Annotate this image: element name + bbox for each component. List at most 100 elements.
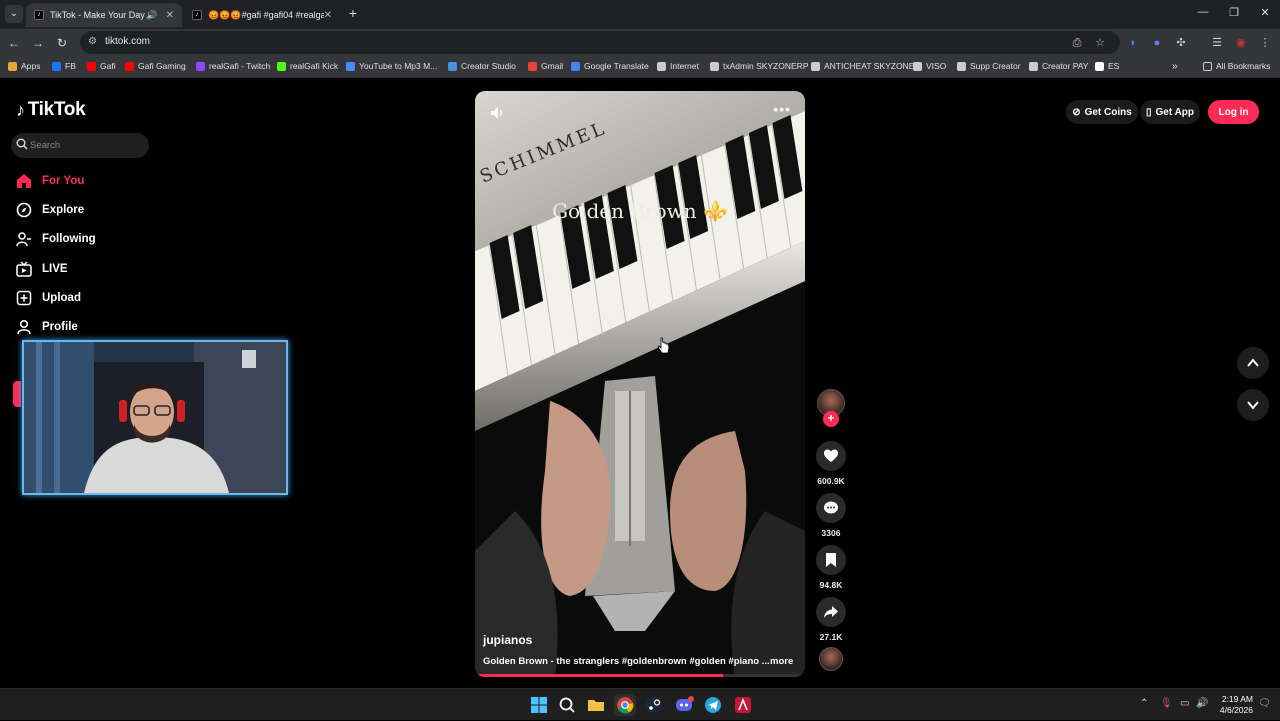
network-icon[interactable]: ▭ (1180, 698, 1189, 709)
extensions-puzzle-icon[interactable]: ✣ (1172, 34, 1190, 52)
music-disc[interactable] (816, 647, 846, 671)
extension-audio-icon[interactable]: ◗ (1124, 34, 1142, 52)
more-bookmarks-icon[interactable]: » (1172, 61, 1178, 72)
site-info-icon[interactable]: ⚙ (88, 36, 100, 48)
login-button[interactable]: Log in (1208, 100, 1259, 124)
reload-icon[interactable]: ↻ (53, 34, 71, 52)
clock-date: 4/6/2026 (1219, 705, 1253, 715)
file-explorer-icon[interactable] (585, 694, 607, 716)
like-button[interactable] (816, 441, 846, 471)
profile-icon (17, 319, 31, 335)
browser-menu-icon[interactable]: ⋮ (1256, 34, 1274, 52)
tray-overflow-icon[interactable]: ⌃ (1140, 698, 1148, 709)
like-count: 600.9K (817, 476, 845, 486)
bookmark-label: realGafi Kick (290, 61, 339, 71)
microphone-icon[interactable]: 🎙 (1160, 698, 1173, 709)
bookmark-realgafi-twitch[interactable]: realGafi - Twitch (196, 61, 270, 71)
next-video-button[interactable] (1237, 389, 1269, 421)
restore-icon[interactable]: ❐ (1219, 6, 1249, 19)
like-action[interactable]: 600.9K (816, 441, 846, 486)
tab-audio-icon[interactable]: 🔊 (146, 10, 157, 21)
nav-live[interactable]: LIVE (16, 261, 68, 277)
share-action[interactable]: 27.1K (816, 597, 846, 642)
all-bookmarks-button[interactable]: All Bookmarks (1203, 61, 1270, 71)
notifications-icon[interactable]: 🗨 (1258, 698, 1271, 709)
tab-tiktok-2[interactable]: ♪ 😡😡😡#gafi #gafi04 #realgafi ✕ (184, 3, 340, 27)
volume-icon[interactable] (489, 105, 505, 121)
sidebar-login-button[interactable] (13, 381, 21, 407)
nav-profile[interactable]: Profile (16, 319, 78, 335)
bookmark-apps[interactable]: Apps (8, 61, 40, 71)
bookmark-gafi[interactable]: Gafi (87, 61, 116, 71)
tab-close-icon[interactable]: ✕ (166, 10, 174, 21)
nav-for-you[interactable]: For You (16, 173, 84, 189)
start-menu-icon[interactable] (528, 694, 550, 716)
bookmark-label: Internet (670, 61, 699, 71)
bookmark-creator-pay[interactable]: Creator PAY (1029, 61, 1088, 71)
bookmark-star-icon[interactable]: ☆ (1091, 34, 1109, 52)
creator-avatar[interactable]: + (816, 389, 846, 431)
share-button[interactable] (816, 597, 846, 627)
discord-icon[interactable] (673, 694, 695, 716)
previous-video-button[interactable] (1237, 347, 1269, 379)
bookmark-gafi-gaming[interactable]: Gafi Gaming (125, 61, 186, 71)
phone-icon: ▯ (1145, 106, 1152, 118)
taskbar-search-icon[interactable] (556, 694, 578, 716)
minimize-icon[interactable]: — (1188, 6, 1218, 18)
bookmark-label: Gafi Gaming (138, 61, 186, 71)
bookmark-txadmin-skyzonerp[interactable]: txAdmin SKYZONERP (710, 61, 809, 71)
system-clock[interactable]: 2:19 AM 4/6/2026 (1213, 694, 1253, 716)
bookmark-creator-studio[interactable]: Creator Studio (448, 61, 516, 71)
bookmark-fb[interactable]: FB (52, 61, 76, 71)
comment-button[interactable] (816, 493, 846, 523)
comment-action[interactable]: 3306 (816, 493, 846, 538)
bookmark-realgafi-kick[interactable]: realGafi Kick (277, 61, 338, 71)
extension-shield-icon[interactable]: ● (1148, 34, 1166, 52)
tab-search-icon[interactable]: ⌄ (5, 5, 23, 23)
steam-icon[interactable] (643, 694, 665, 716)
music-disc-icon[interactable] (819, 647, 843, 671)
more-options-icon[interactable]: ••• (773, 101, 791, 117)
login-label: Log in (1218, 106, 1249, 118)
video-progress-bar[interactable] (475, 674, 805, 677)
get-coins-button[interactable]: ⊘ Get Coins (1066, 100, 1138, 124)
search-placeholder: Search (30, 140, 61, 151)
get-app-button[interactable]: ▯ Get App (1140, 100, 1200, 124)
nav-following[interactable]: Following (16, 231, 96, 247)
tab-close-icon[interactable]: ✕ (324, 10, 332, 21)
reading-list-icon[interactable]: ☰ (1208, 34, 1226, 52)
follow-plus-icon[interactable]: + (823, 411, 839, 427)
forward-icon[interactable]: → (29, 34, 47, 52)
back-icon[interactable]: ← (5, 34, 23, 52)
telegram-icon[interactable] (702, 694, 724, 716)
bookmark-gmail[interactable]: Gmail (528, 61, 563, 71)
new-tab-button[interactable]: + (346, 5, 360, 23)
video-author[interactable]: jupianos (483, 633, 532, 647)
tiktok-logo[interactable]: ♪ TikTok (16, 99, 86, 121)
profile-avatar-icon[interactable]: ◉ (1232, 34, 1250, 52)
save-button[interactable] (816, 545, 846, 575)
bookmark-viso[interactable]: VISO (913, 61, 946, 71)
bookmark-anticheat-skyzone[interactable]: ANTICHEAT SKYZONE (811, 61, 914, 71)
webcam-overlay (22, 340, 288, 495)
bookmark-google-translate[interactable]: Google Translate (571, 61, 649, 71)
address-bar[interactable]: ⚙ tiktok.com (80, 31, 1120, 54)
tab-tiktok[interactable]: ♪ TikTok - Make Your Day 🔊 ✕ (26, 3, 182, 27)
chrome-icon[interactable] (614, 694, 636, 716)
bookmark-youtube-to-mp3-m[interactable]: YouTube to Mp3 M... (346, 61, 437, 71)
save-action[interactable]: 94.8K (816, 545, 846, 590)
search-input[interactable]: Search (11, 133, 149, 158)
caption-more-button[interactable]: more (770, 656, 793, 667)
volume-tray-icon[interactable]: 🔊 (1196, 698, 1208, 709)
app-red-icon[interactable] (732, 694, 754, 716)
nav-explore[interactable]: Explore (16, 202, 84, 218)
bookmark-supp-creator[interactable]: Supp Creator (957, 61, 1021, 71)
install-app-icon[interactable]: ⎙ (1068, 34, 1086, 52)
bookmark-label: Google Translate (584, 61, 649, 71)
video-overlay-title: Golden Brown ⚜️ (552, 199, 728, 223)
close-window-icon[interactable]: ✕ (1250, 6, 1280, 19)
bookmark-internet[interactable]: Internet (657, 61, 699, 71)
video-player[interactable]: SCHIMMEL ••• Golden Brown ⚜️ jupianos Go… (475, 91, 805, 677)
nav-upload[interactable]: Upload (16, 290, 81, 306)
bookmark-es[interactable]: ES (1095, 61, 1119, 71)
